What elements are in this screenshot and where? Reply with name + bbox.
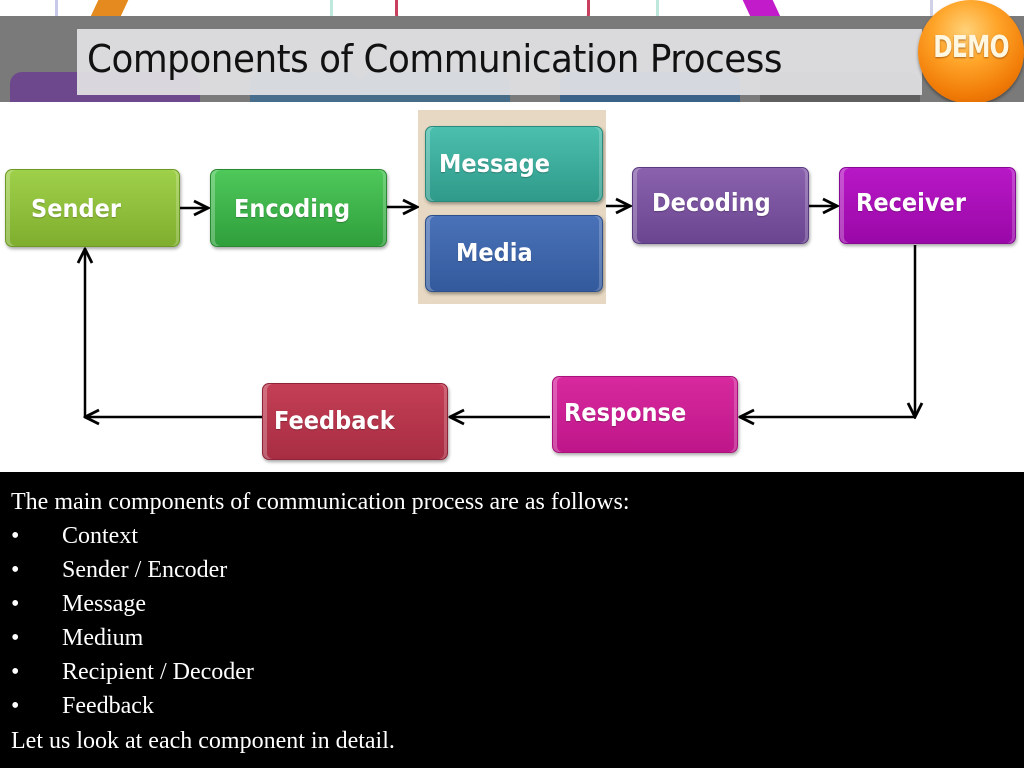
decorative-line xyxy=(330,0,333,16)
decorative-frame xyxy=(395,0,590,16)
node-receiver-label: Receiver xyxy=(856,188,966,217)
node-media-label: Media xyxy=(456,238,533,267)
communication-process-diagram: Sender Encoding Message Media Decoding R… xyxy=(0,102,1024,472)
title-band: Components of Communication Process xyxy=(0,16,1024,102)
bullet-icon: • xyxy=(11,557,20,583)
list-item-text: Message xyxy=(62,591,146,617)
bullet-icon: • xyxy=(11,625,20,651)
decorative-line xyxy=(930,0,933,16)
demo-badge-label: DEMO xyxy=(933,30,1009,65)
list-item-text: Sender / Encoder xyxy=(62,557,228,583)
background-decoration xyxy=(0,0,1024,16)
decorative-pencil-magenta xyxy=(738,0,782,16)
node-response-label: Response xyxy=(564,398,687,427)
description-panel: The main components of communication pro… xyxy=(0,472,1024,768)
node-feedback: Feedback xyxy=(262,383,448,460)
decorative-pencil-orange xyxy=(89,0,133,16)
demo-badge-icon: DEMO xyxy=(918,0,1024,104)
node-sender-label: Sender xyxy=(31,194,121,223)
page-title: Components of Communication Process xyxy=(87,37,783,81)
bullet-icon: • xyxy=(11,659,20,685)
list-item-text: Context xyxy=(62,523,138,549)
node-response: Response xyxy=(552,376,738,453)
node-encoding: Encoding xyxy=(210,169,387,247)
intro-text: The main components of communication pro… xyxy=(11,489,630,515)
node-feedback-label: Feedback xyxy=(274,406,395,435)
list-item-text: Recipient / Decoder xyxy=(62,659,254,685)
decorative-line xyxy=(656,0,659,16)
list-item-text: Medium xyxy=(62,625,144,651)
node-receiver: Receiver xyxy=(839,167,1016,244)
node-decoding: Decoding xyxy=(632,167,809,244)
node-sender: Sender xyxy=(5,169,180,247)
outro-text: Let us look at each component in detail. xyxy=(11,728,395,754)
node-message: Message xyxy=(425,126,603,202)
title-box: Components of Communication Process xyxy=(77,29,922,95)
list-item-text: Feedback xyxy=(62,693,154,719)
bullet-icon: • xyxy=(11,693,20,719)
bullet-icon: • xyxy=(11,523,20,549)
node-message-label: Message xyxy=(439,149,550,178)
node-media: Media xyxy=(425,215,603,292)
node-decoding-label: Decoding xyxy=(652,188,771,217)
node-encoding-label: Encoding xyxy=(234,194,351,223)
decorative-line xyxy=(55,0,58,16)
bullet-icon: • xyxy=(11,591,20,617)
